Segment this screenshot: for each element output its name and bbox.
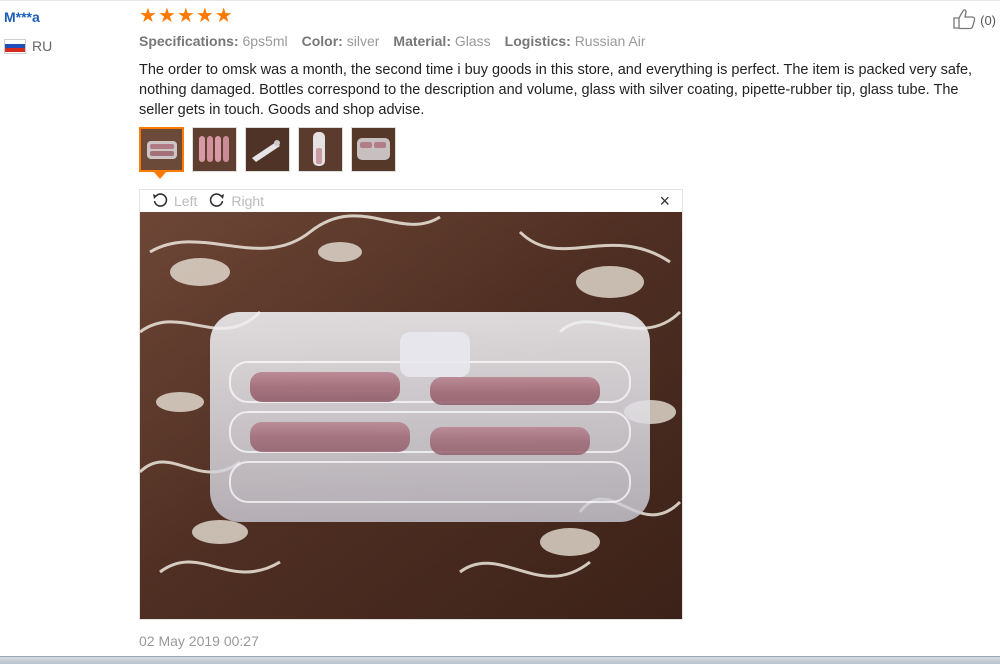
photo-thumbnail[interactable] <box>245 127 290 172</box>
rotate-left-label: Left <box>174 193 198 209</box>
helpful-button[interactable]: (0) <box>952 8 996 33</box>
spec-item: Specifications: 6ps5ml <box>139 33 288 49</box>
rotate-left-button[interactable]: Left <box>152 192 197 211</box>
selected-thumbnail-pointer <box>153 171 167 179</box>
rotate-right-button[interactable]: Right <box>209 192 264 211</box>
photo-thumbnails <box>139 127 396 172</box>
review-photo <box>140 212 682 619</box>
product-specs: Specifications: 6ps5ml Color: silver Mat… <box>139 33 646 49</box>
photo-thumbnail[interactable] <box>298 127 343 172</box>
divider <box>0 0 1000 1</box>
russia-flag-icon <box>4 38 26 54</box>
star-icon: ★ <box>157 5 176 27</box>
photo-thumbnail[interactable] <box>139 127 184 172</box>
star-icon: ★ <box>139 5 157 27</box>
rotate-left-icon <box>152 192 168 211</box>
photo-thumbnail[interactable] <box>192 127 237 172</box>
review-date: 02 May 2019 00:27 <box>139 633 259 649</box>
star-icon: ★ <box>195 5 214 27</box>
country-code: RU <box>32 38 53 54</box>
viewer-toolbar: Left Right × <box>140 190 682 212</box>
spec-item: Logistics: Russian Air <box>504 33 646 49</box>
reviewer-country: RU <box>4 38 52 54</box>
photo-thumbnail[interactable] <box>351 127 396 172</box>
star-icon: ★ <box>176 5 195 27</box>
close-icon[interactable]: × <box>659 191 670 212</box>
spec-item: Color: silver <box>301 33 380 49</box>
review-text: The order to omsk was a month, the secon… <box>139 62 973 118</box>
rotate-right-label: Right <box>231 193 265 209</box>
helpful-count: (0) <box>980 13 996 28</box>
spec-item: Material: Glass <box>393 33 491 49</box>
thumbs-up-icon <box>952 8 978 33</box>
reviewer-name: M***a <box>4 9 40 25</box>
rating-stars: ★ ★ ★ ★ ★ <box>139 6 233 26</box>
photo-viewer: Left Right × <box>139 189 683 620</box>
rotate-right-icon <box>209 192 225 211</box>
star-icon: ★ <box>214 5 233 27</box>
